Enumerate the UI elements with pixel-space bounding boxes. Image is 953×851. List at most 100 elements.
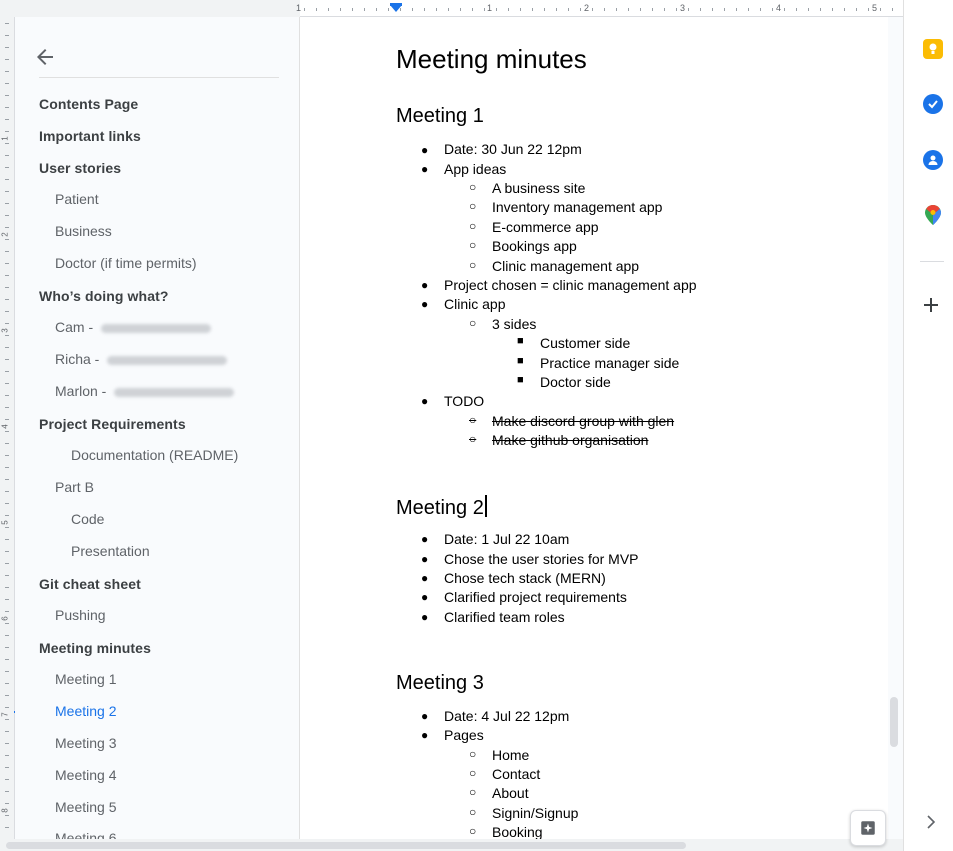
ruler-tick <box>376 8 377 11</box>
bullet-disc: ● <box>421 709 429 723</box>
outline-item-label: Richa - <box>55 351 104 367</box>
ruler-tick <box>5 155 9 156</box>
ruler-number: 5 <box>872 3 878 13</box>
ruler-tick <box>5 119 9 120</box>
text-cursor <box>484 495 487 517</box>
outline-item-meeting-1[interactable]: Meeting 1 <box>55 671 116 687</box>
bullet-square: ■ <box>517 335 524 347</box>
document-title: Meeting minutes <box>396 44 587 74</box>
outline-item-documentation[interactable]: Documentation (README) <box>71 447 238 463</box>
outline-item-meeting-5[interactable]: Meeting 5 <box>55 799 116 815</box>
outline-item-meeting-6[interactable]: Meeting 6 <box>55 830 116 839</box>
ruler-tick <box>532 8 533 11</box>
bullet-circle: ○ <box>469 180 477 194</box>
ruler-tick <box>5 359 9 360</box>
redacted-email <box>114 387 235 397</box>
outline-item-marlon[interactable]: Marlon - <box>55 383 235 399</box>
ruler-tick <box>5 71 9 72</box>
list-item: TODO <box>444 393 485 409</box>
outline-item-doctor[interactable]: Doctor (if time permits) <box>55 255 197 271</box>
outline-item-project-requirements[interactable]: Project Requirements <box>39 416 186 432</box>
outline-item-richa[interactable]: Richa - <box>55 351 228 367</box>
list-item: Home <box>492 747 530 763</box>
ruler-tick <box>5 275 9 276</box>
ruler-number: 1 <box>0 136 10 141</box>
keep-icon[interactable] <box>923 39 943 59</box>
outline-item-contents-page[interactable]: Contents Page <box>39 96 138 112</box>
ruler-tick <box>664 8 665 11</box>
list-item: Inventory management app <box>492 199 663 215</box>
bullet-disc: ● <box>421 532 429 546</box>
outline-item-label: Marlon - <box>55 383 111 399</box>
outline-item-meeting-2[interactable]: Meeting 2 <box>55 703 116 719</box>
ruler-tick <box>5 323 9 324</box>
document-canvas[interactable]: Meeting minutes Meeting 1 ● Date: 30 Jun… <box>300 17 903 839</box>
vertical-scrollbar[interactable] <box>890 697 898 747</box>
ruler-number: 7 <box>0 712 10 717</box>
list-item: Project chosen = clinic management app <box>444 277 697 293</box>
bullet-circle: ○ <box>469 766 477 780</box>
outline-item-part-b[interactable]: Part B <box>55 479 94 495</box>
bullet-disc: ● <box>421 571 429 585</box>
list-item: Practice manager side <box>540 355 680 371</box>
chevron-right-icon[interactable] <box>926 815 936 834</box>
list-item: Signin/Signup <box>492 805 579 821</box>
plus-icon[interactable] <box>923 293 939 319</box>
ruler-tick <box>5 539 9 540</box>
ruler-tick <box>5 599 9 600</box>
list-item: Clarified team roles <box>444 609 565 625</box>
horizontal-ruler[interactable]: 1 1 2 3 4 5 <box>296 0 903 17</box>
horizontal-scrollbar[interactable] <box>0 839 903 851</box>
scrollbar-thumb[interactable] <box>6 842 686 849</box>
outline-item-important-links[interactable]: Important links <box>39 128 141 144</box>
ruler-tick <box>5 431 9 432</box>
ruler-tick <box>5 419 9 420</box>
list-item: Clinic app <box>444 296 506 312</box>
ruler-tick <box>5 683 9 684</box>
bullet-circle: ○ <box>469 432 477 446</box>
outline-item-git-cheat-sheet[interactable]: Git cheat sheet <box>39 576 141 592</box>
ruler-tick <box>5 143 9 144</box>
outline-item-whos-doing-what[interactable]: Who’s doing what? <box>39 288 169 304</box>
outline-item-meeting-3[interactable]: Meeting 3 <box>55 735 116 751</box>
heading-meeting-3: Meeting 3 <box>396 672 484 694</box>
arrow-left-icon[interactable] <box>33 45 57 69</box>
ruler-tick <box>580 8 581 11</box>
list-item: A business site <box>492 180 586 196</box>
outline-item-label: Cam - <box>55 319 97 335</box>
ruler-tick <box>748 8 749 11</box>
ruler-tick <box>868 8 869 11</box>
ruler-tick <box>5 503 9 504</box>
list-item: Date: 1 Jul 22 10am <box>444 531 570 547</box>
bullet-disc: ● <box>421 162 429 176</box>
outline-item-pushing[interactable]: Pushing <box>55 607 106 623</box>
ruler-tick <box>5 827 9 828</box>
contacts-icon[interactable] <box>923 150 943 170</box>
bullet-circle: ○ <box>469 199 477 213</box>
list-item: E-commerce app <box>492 219 599 235</box>
outline-item-patient[interactable]: Patient <box>55 191 99 207</box>
ruler-tick <box>5 203 9 204</box>
outline-item-presentation[interactable]: Presentation <box>71 543 150 559</box>
outline-item-user-stories[interactable]: User stories <box>39 160 121 176</box>
explore-button[interactable] <box>850 810 886 846</box>
ruler-tick <box>5 671 9 672</box>
ruler-number: 3 <box>680 3 686 13</box>
outline-item-cam[interactable]: Cam - <box>55 319 211 335</box>
ruler-tick <box>5 587 9 588</box>
outline-item-meeting-4[interactable]: Meeting 4 <box>55 767 116 783</box>
ruler-tick <box>616 8 617 11</box>
ruler-tick <box>5 263 9 264</box>
bullet-circle: ○ <box>469 824 477 838</box>
maps-icon[interactable] <box>923 205 943 225</box>
ruler-tick <box>304 8 305 11</box>
outline-item-meeting-minutes[interactable]: Meeting minutes <box>39 640 151 656</box>
ruler-tick <box>5 23 9 24</box>
ruler-tick <box>568 8 569 11</box>
outline-item-business[interactable]: Business <box>55 223 112 239</box>
list-item: Date: 30 Jun 22 12pm <box>444 141 582 157</box>
tasks-icon[interactable] <box>923 94 943 114</box>
vertical-ruler[interactable]: 1 2 3 4 5 6 7 8 <box>0 17 26 839</box>
document-page[interactable]: Meeting minutes Meeting 1 ● Date: 30 Jun… <box>300 17 888 839</box>
outline-item-code[interactable]: Code <box>71 511 104 527</box>
